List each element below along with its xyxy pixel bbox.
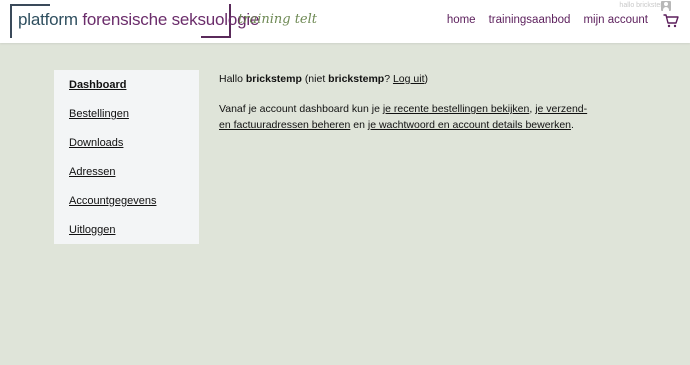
intro-period: . (571, 119, 574, 131)
greeting-question: ? (384, 73, 391, 85)
account-details-link[interactable]: je wachtwoord en account details bewerke… (368, 119, 571, 131)
intro-comma: , (529, 103, 533, 115)
sidebar-item-downloads[interactable]: Downloads (69, 137, 123, 149)
user-icon[interactable] (661, 1, 671, 11)
sidebar-item-accountgegevens[interactable]: Accountgegevens (69, 195, 156, 207)
sidebar-item-bestellingen[interactable]: Bestellingen (69, 108, 129, 120)
nav-home[interactable]: home (447, 14, 476, 26)
dashboard-intro: Vanaf je account dashboard kun je je rec… (219, 101, 599, 133)
logo-text-part2: forensische seksuologie (82, 10, 260, 29)
nav-mijn-account[interactable]: mijn account (583, 14, 648, 26)
logout-link[interactable]: Log uit (393, 73, 425, 85)
account-content: Hallo brickstemp (niet brickstemp? Log u… (219, 71, 599, 133)
greeting: Hallo brickstemp (niet brickstemp? Log u… (219, 71, 599, 87)
shopping-cart-icon[interactable] (663, 14, 679, 28)
site-header: platform forensische seksuologie trainin… (0, 0, 690, 43)
greeting-niet: (niet (304, 73, 326, 85)
greeting-username-2: brickstemp (328, 73, 385, 85)
logo-text: platform forensische seksuologie (18, 10, 259, 30)
sidebar-item-adressen[interactable]: Adressen (69, 166, 115, 178)
logo-frame-left (10, 4, 12, 38)
sidebar-item-dashboard[interactable]: Dashboard (69, 79, 126, 91)
greeting-hello: Hallo (219, 73, 243, 85)
sidebar-item-uitloggen[interactable]: Uitloggen (69, 224, 115, 236)
account-navigation: Dashboard Bestellingen Downloads Adresse… (54, 70, 199, 244)
site-logo[interactable]: platform forensische seksuologie (10, 4, 259, 38)
recent-orders-link[interactable]: je recente bestellingen bekijken (383, 103, 530, 115)
main-nav: home trainingsaanbod mijn account (447, 14, 648, 26)
intro-en: en (353, 119, 365, 131)
logo-text-part1: platform (18, 10, 83, 29)
nav-trainingsaanbod[interactable]: trainingsaanbod (489, 14, 571, 26)
greeting-username: brickstemp (245, 73, 302, 85)
intro-text: Vanaf je account dashboard kun je (219, 103, 380, 115)
logo-frame-top (10, 4, 50, 6)
tagline: training telt (238, 12, 318, 27)
greeting-close: ) (424, 73, 429, 85)
logo-frame-bottom (201, 36, 231, 38)
